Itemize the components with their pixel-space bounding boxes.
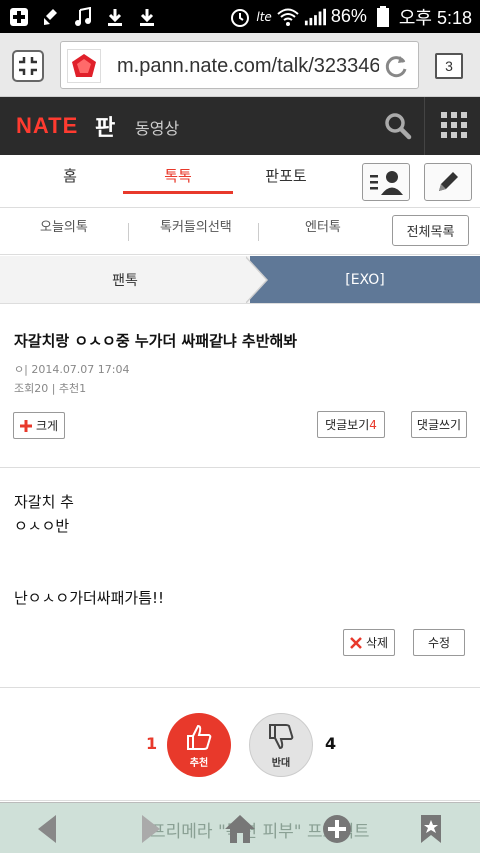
battery-percent: 86% bbox=[330, 6, 367, 26]
subtab-separator bbox=[258, 223, 259, 241]
subtab-today[interactable]: 오늘의톡 bbox=[40, 216, 88, 235]
post-body: 자갈치 추 ㅇㅅㅇ반 난ㅇㅅㅇ가더싸패가틈!! 삭제 수정 bbox=[0, 469, 480, 688]
downvote-count: 4 bbox=[325, 734, 337, 753]
tab-home[interactable]: 홈 bbox=[15, 165, 125, 186]
alarm-icon bbox=[229, 6, 251, 28]
site-header: NATE 판 동영상 bbox=[0, 97, 480, 155]
profile-list-button[interactable] bbox=[362, 163, 410, 201]
breadcrumb-arrow bbox=[244, 256, 266, 303]
network-type: lte bbox=[256, 9, 272, 24]
back-arrow-icon[interactable] bbox=[34, 813, 68, 845]
search-icon[interactable] bbox=[383, 111, 413, 141]
profile-list-icon bbox=[370, 171, 403, 195]
sub-tabs: 오늘의톡 톡커들의선택 엔터톡 전체목록 bbox=[0, 208, 480, 255]
delete-button[interactable]: 삭제 bbox=[343, 629, 395, 656]
site-favicon-icon bbox=[67, 49, 101, 83]
view-comments-button[interactable]: 댓글보기 4 bbox=[317, 411, 385, 438]
tab-pann-photo[interactable]: 판포토 bbox=[231, 165, 341, 186]
plus-notification-icon bbox=[8, 6, 30, 28]
download-icon bbox=[104, 6, 126, 28]
reload-icon[interactable] bbox=[382, 52, 410, 80]
comment-count: 4 bbox=[369, 417, 377, 432]
category-exo[interactable]: [EXO] bbox=[250, 256, 480, 303]
category-fantalk[interactable]: 팬톡 bbox=[0, 256, 250, 303]
category-breadcrumb: [EXO] 팬톡 bbox=[0, 256, 480, 304]
header-divider bbox=[424, 97, 425, 155]
browser-bottom-bar: 프리메라 "목련 피부" 프로젝트 bbox=[0, 802, 480, 853]
upvote-count: 1 bbox=[146, 734, 158, 753]
signal-icon bbox=[304, 6, 326, 28]
subtab-separator bbox=[128, 223, 129, 241]
post-author-date: ㅇ| 2014.07.07 17:04 bbox=[14, 363, 130, 376]
all-list-button[interactable]: 전체목록 bbox=[392, 215, 469, 246]
thumbs-down-icon bbox=[269, 723, 294, 749]
fullscreen-icon[interactable] bbox=[12, 50, 44, 82]
bookmarks-icon[interactable] bbox=[418, 813, 452, 845]
post-header: 자갈치랑 ㅇㅅㅇ중 누가더 싸패같냐 추반해봐 ㅇ| 2014.07.07 17… bbox=[0, 305, 480, 468]
downvote-label: 반대 bbox=[271, 757, 291, 769]
nate-logo[interactable]: NATE bbox=[16, 113, 78, 139]
enlarge-text-button[interactable]: 크게 bbox=[13, 412, 65, 439]
post-title: 자갈치랑 ㅇㅅㅇ중 누가더 싸패같냐 추반해봐 bbox=[14, 332, 298, 350]
url-text[interactable]: m.pann.nate.com/talk/323346 bbox=[117, 55, 379, 78]
upvote-label: 추천 bbox=[189, 757, 209, 769]
enlarge-label: 크게 bbox=[35, 419, 59, 433]
wifi-icon bbox=[277, 6, 299, 28]
close-icon bbox=[350, 636, 362, 649]
body-line: 난ㅇㅅㅇ가더싸패가틈!! bbox=[14, 589, 165, 607]
cleaning-icon bbox=[40, 6, 62, 28]
pencil-icon bbox=[439, 172, 458, 191]
view-comments-label: 댓글보기 bbox=[325, 418, 370, 432]
tabs-count-button[interactable]: 3 bbox=[435, 53, 463, 79]
edit-button[interactable]: 수정 bbox=[413, 629, 465, 656]
delete-label: 삭제 bbox=[365, 636, 389, 650]
thumbs-up-icon bbox=[187, 724, 212, 750]
video-link[interactable]: 동영상 bbox=[135, 115, 179, 139]
home-icon[interactable] bbox=[223, 813, 257, 845]
body-line: ㅇㅅㅇ반 bbox=[14, 517, 70, 535]
vote-area: 1 추천 반대 4 bbox=[0, 689, 480, 801]
music-icon bbox=[72, 6, 94, 28]
post-stats: 조회20 | 추천1 bbox=[14, 382, 87, 395]
plus-icon bbox=[19, 419, 32, 432]
battery-icon bbox=[372, 5, 394, 28]
clock: 오후 5:18 bbox=[398, 7, 472, 28]
download-icon-2 bbox=[136, 6, 158, 28]
add-bookmark-icon[interactable] bbox=[321, 813, 355, 845]
write-button[interactable] bbox=[424, 163, 472, 201]
active-tab-indicator bbox=[123, 191, 233, 194]
pann-link[interactable]: 판 bbox=[95, 110, 115, 142]
body-line: 자갈치 추 bbox=[14, 493, 74, 511]
tab-toktok[interactable]: 톡톡 bbox=[123, 165, 233, 186]
upvote-button[interactable]: 추천 bbox=[167, 713, 231, 777]
subtab-tokker-pick[interactable]: 톡커들의선택 bbox=[160, 216, 232, 235]
browser-toolbar: m.pann.nate.com/talk/323346 3 bbox=[0, 33, 480, 97]
url-bar[interactable]: m.pann.nate.com/talk/323346 bbox=[60, 41, 419, 89]
downvote-button[interactable]: 반대 bbox=[249, 713, 313, 777]
main-tabs: 홈 톡톡 판포토 bbox=[0, 155, 480, 208]
subtab-entertainment[interactable]: 엔터톡 bbox=[305, 216, 341, 235]
menu-grid-icon[interactable] bbox=[441, 112, 467, 138]
write-comment-button[interactable]: 댓글쓰기 bbox=[411, 411, 467, 438]
forward-arrow-icon[interactable] bbox=[134, 813, 168, 845]
status-bar: lte 86% 오후 5:18 bbox=[0, 0, 480, 33]
